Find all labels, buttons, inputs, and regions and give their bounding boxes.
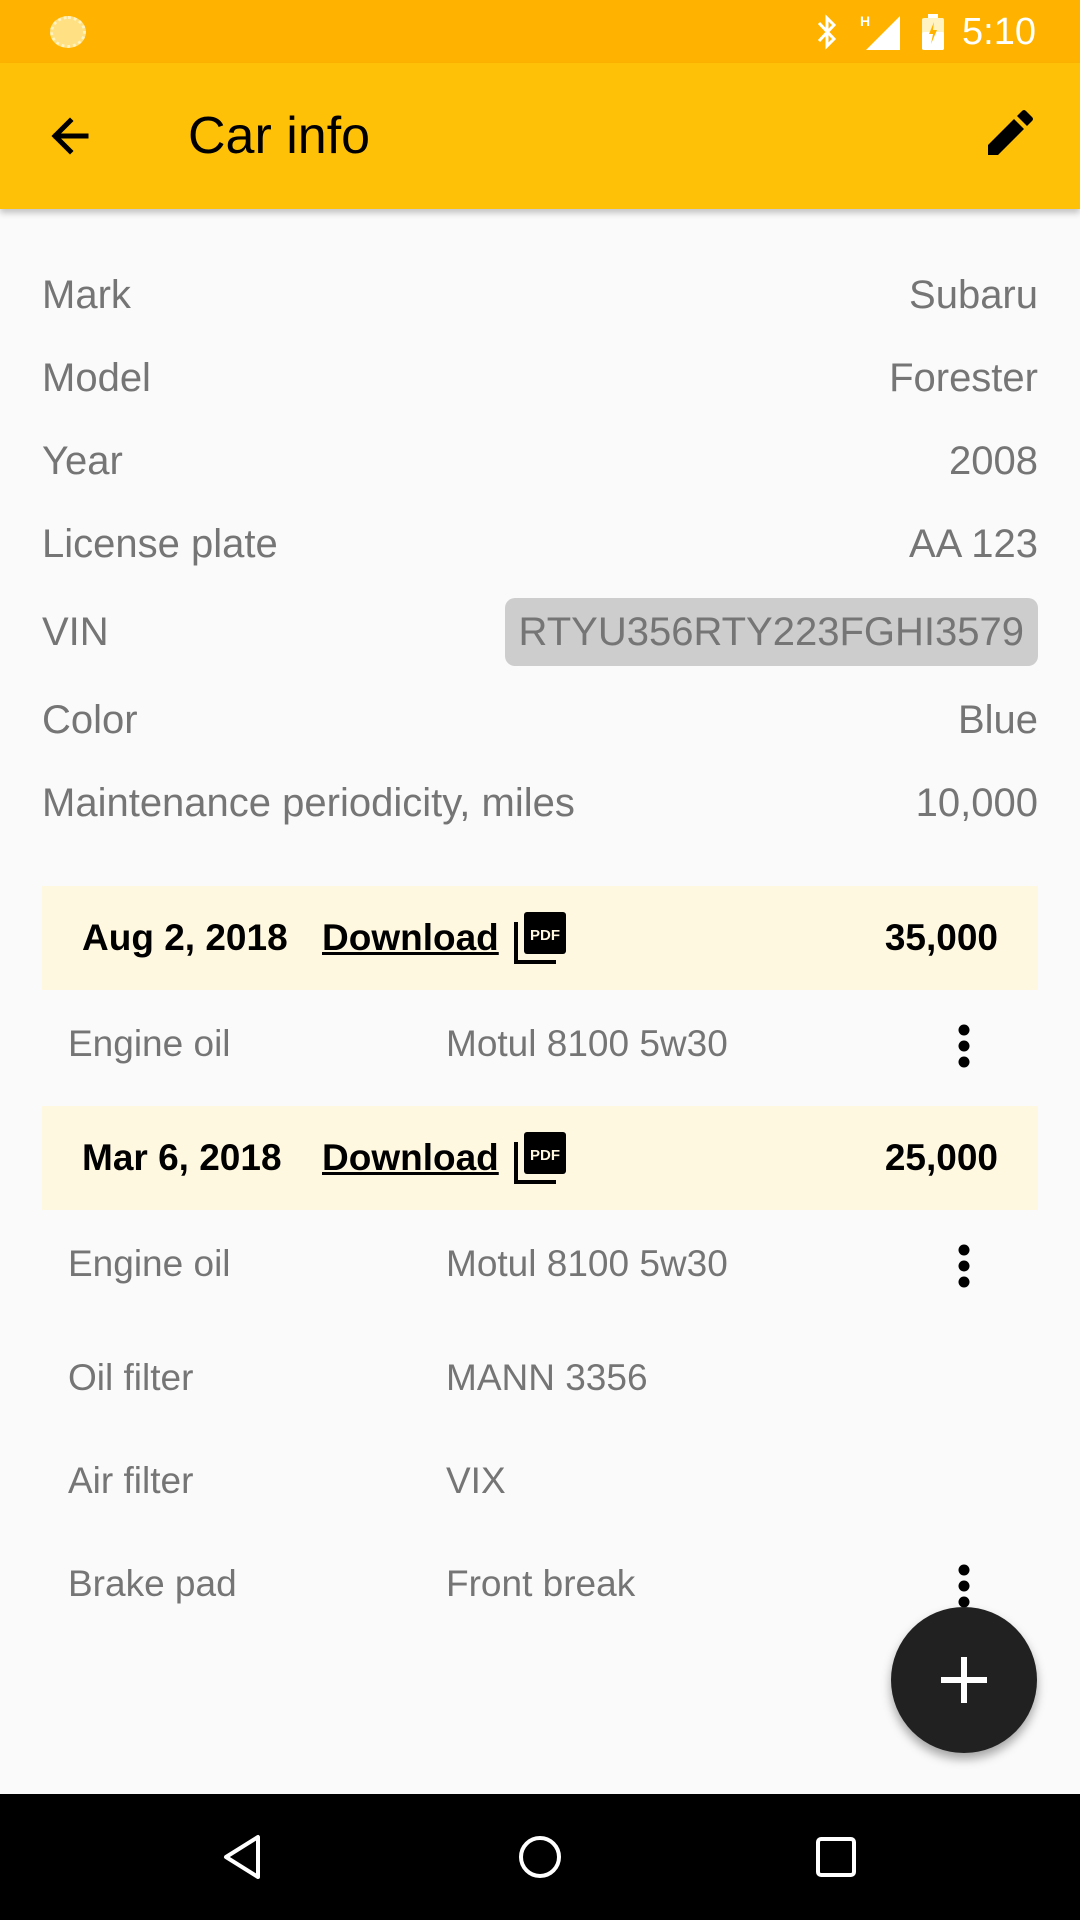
system-nav-bar bbox=[0, 1794, 1080, 1920]
clock: 5:10 bbox=[962, 11, 1036, 53]
nav-recents-icon[interactable] bbox=[806, 1827, 866, 1887]
record-header[interactable]: Mar 6, 2018 Download PDF 25,000 bbox=[42, 1106, 1038, 1210]
info-label: Year bbox=[42, 438, 123, 483]
pdf-icon[interactable]: PDF bbox=[512, 1130, 568, 1186]
info-row-vin: VIN RTYU356RTY223FGHI3579 bbox=[42, 597, 1038, 667]
more-vert-icon[interactable] bbox=[940, 1004, 988, 1084]
record-date: Aug 2, 2018 bbox=[82, 917, 288, 958]
app-bar: Car info bbox=[0, 63, 1080, 209]
info-value: 10,000 bbox=[915, 780, 1038, 825]
info-row-model: Model Forester bbox=[42, 343, 1038, 413]
add-record-button[interactable] bbox=[891, 1607, 1037, 1753]
item-value: Motul 8100 5w30 bbox=[446, 1023, 728, 1064]
info-row-maintenance-periodicity: Maintenance periodicity, miles 10,000 bbox=[42, 768, 1038, 838]
info-row-year: Year 2008 bbox=[42, 426, 1038, 496]
page-title: Car info bbox=[188, 107, 371, 165]
network-type-label: H bbox=[860, 13, 870, 29]
pdf-badge-label: PDF bbox=[530, 927, 560, 944]
bluetooth-icon bbox=[817, 14, 837, 50]
list-item[interactable]: Engine oil Motul 8100 5w30 bbox=[0, 1004, 1080, 1084]
info-row-license-plate: License plate AA 123 bbox=[42, 509, 1038, 579]
sun-icon bbox=[50, 16, 86, 48]
list-item[interactable]: Oil filter MANN 3356 bbox=[0, 1338, 1080, 1418]
pdf-badge-label: PDF bbox=[530, 1147, 560, 1164]
info-label: Color bbox=[42, 697, 138, 742]
info-label: VIN bbox=[42, 609, 109, 654]
info-row-mark: Mark Subaru bbox=[42, 260, 1038, 330]
back-arrow-icon[interactable] bbox=[40, 103, 106, 169]
download-link[interactable]: Download bbox=[322, 1106, 499, 1210]
nav-back-icon[interactable] bbox=[214, 1827, 274, 1887]
record-header[interactable]: Aug 2, 2018 Download PDF 35,000 bbox=[42, 886, 1038, 990]
item-value: MANN 3356 bbox=[446, 1357, 648, 1398]
pdf-icon[interactable]: PDF bbox=[512, 910, 568, 966]
add-icon bbox=[941, 1657, 987, 1703]
edit-pencil-icon[interactable] bbox=[976, 101, 1042, 167]
download-link[interactable]: Download bbox=[322, 886, 499, 990]
info-value: AA 123 bbox=[908, 521, 1038, 566]
item-value: VIX bbox=[446, 1460, 506, 1501]
list-item[interactable]: Air filter VIX bbox=[0, 1441, 1080, 1521]
item-name: Engine oil bbox=[68, 1243, 231, 1284]
more-vert-icon[interactable] bbox=[940, 1224, 988, 1304]
item-name: Brake pad bbox=[68, 1563, 237, 1604]
vin-value[interactable]: RTYU356RTY223FGHI3579 bbox=[504, 598, 1038, 666]
info-value: 2008 bbox=[949, 438, 1038, 483]
item-name: Air filter bbox=[68, 1460, 194, 1501]
signal-icon: H bbox=[860, 13, 900, 50]
info-label: Model bbox=[42, 355, 151, 400]
info-label: License plate bbox=[42, 521, 278, 566]
item-name: Engine oil bbox=[68, 1023, 231, 1064]
list-item[interactable]: Engine oil Motul 8100 5w30 bbox=[0, 1224, 1080, 1304]
item-name: Oil filter bbox=[68, 1357, 194, 1398]
record-date: Mar 6, 2018 bbox=[82, 1137, 282, 1178]
record-mileage: 35,000 bbox=[884, 917, 998, 958]
item-value: Motul 8100 5w30 bbox=[446, 1243, 728, 1284]
info-label: Mark bbox=[42, 272, 131, 317]
info-value: Blue bbox=[957, 697, 1038, 742]
item-value: Front break bbox=[446, 1563, 636, 1604]
info-value: Forester bbox=[889, 355, 1038, 400]
nav-home-icon[interactable] bbox=[510, 1827, 570, 1887]
record-mileage: 25,000 bbox=[884, 1137, 998, 1178]
info-row-color: Color Blue bbox=[42, 685, 1038, 755]
info-label: Maintenance periodicity, miles bbox=[42, 780, 575, 825]
info-value: Subaru bbox=[909, 272, 1038, 317]
battery-icon bbox=[922, 14, 944, 50]
status-bar: H 5:10 bbox=[0, 0, 1080, 63]
